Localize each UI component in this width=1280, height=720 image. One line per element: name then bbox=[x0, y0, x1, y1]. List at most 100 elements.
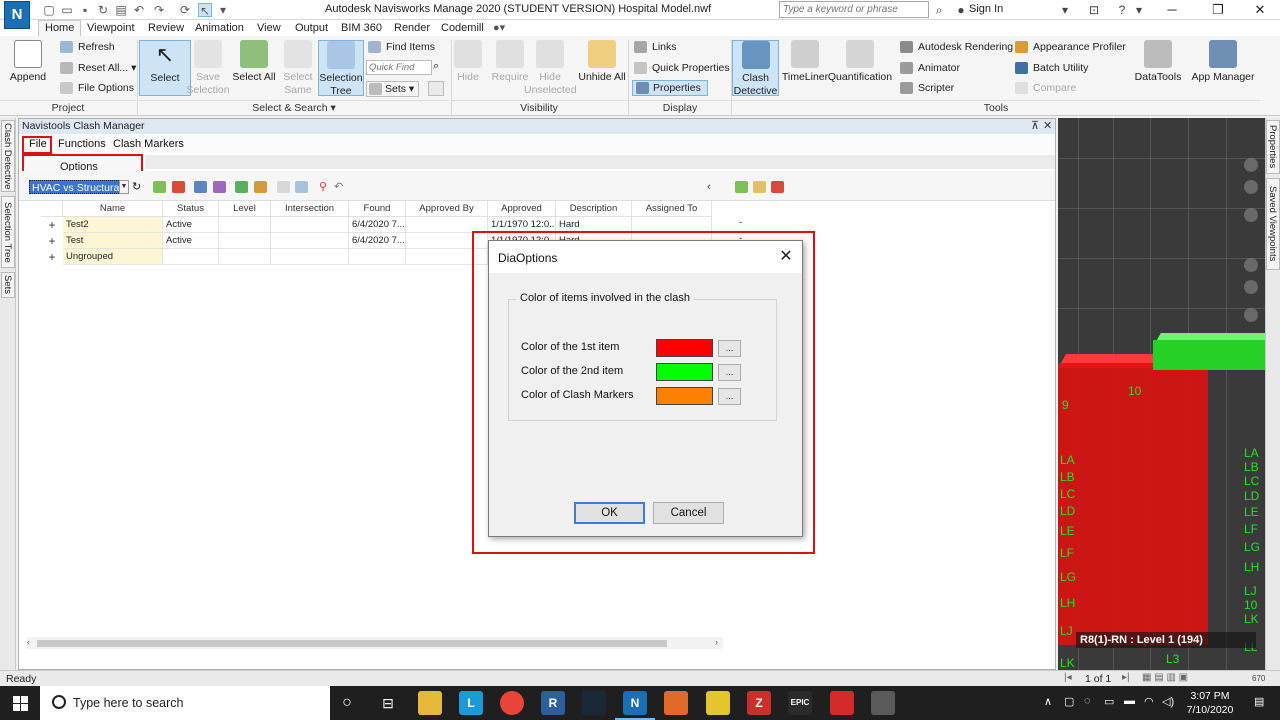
hand-icon[interactable] bbox=[1244, 208, 1258, 222]
tab-bim360[interactable]: BIM 360 bbox=[341, 21, 382, 36]
scrollbar-thumb[interactable] bbox=[37, 640, 667, 647]
marker-pin-icon[interactable]: ⚲ bbox=[319, 181, 332, 193]
revit-icon[interactable]: R bbox=[541, 691, 565, 715]
assign-user-icon[interactable] bbox=[235, 181, 248, 193]
side-tab-properties[interactable]: Properties bbox=[1266, 120, 1280, 174]
save-icon[interactable]: ▪ bbox=[78, 3, 92, 17]
save-selection-button[interactable]: Save Selection bbox=[182, 40, 234, 97]
datatools-button[interactable]: DataTools bbox=[1130, 40, 1186, 84]
cell-found[interactable] bbox=[349, 249, 406, 265]
app-z-icon[interactable]: Z bbox=[747, 691, 771, 715]
pick-color-button-item-2[interactable]: ... bbox=[718, 364, 741, 381]
file-options-button[interactable]: File Options bbox=[60, 81, 134, 95]
remove-view-icon[interactable] bbox=[213, 181, 226, 193]
edit-marker-icon[interactable] bbox=[753, 181, 766, 193]
capture-view-icon[interactable] bbox=[194, 181, 207, 193]
quick-find-search-icon[interactable]: ⌕ bbox=[433, 60, 439, 73]
look-icon[interactable] bbox=[1244, 308, 1258, 322]
maximize-button[interactable]: ❐ bbox=[1196, 0, 1240, 20]
file-explorer-icon[interactable] bbox=[418, 691, 442, 715]
new-file-icon[interactable]: ▢ bbox=[42, 3, 56, 17]
print-icon[interactable]: ▤ bbox=[114, 3, 128, 17]
tray-icon[interactable]: ▭ bbox=[1104, 695, 1114, 708]
cell-name[interactable]: Test2 bbox=[63, 217, 163, 233]
pick-color-button-clash-markers[interactable]: ... bbox=[718, 388, 741, 405]
open-file-icon[interactable]: ▭ bbox=[60, 3, 74, 17]
batch-utility-button[interactable]: Batch Utility bbox=[1015, 61, 1088, 75]
clash-detective-button[interactable]: Clash Detective bbox=[732, 40, 779, 97]
help-dropdown-icon[interactable]: ▾ bbox=[1134, 2, 1144, 18]
appearance-profiler-button[interactable]: Appearance Profiler bbox=[1015, 40, 1126, 54]
tab-render[interactable]: Render bbox=[394, 21, 430, 36]
tab-output[interactable]: Output bbox=[295, 21, 328, 36]
pick-color-button-item-1[interactable]: ... bbox=[718, 340, 741, 357]
horizontal-scrollbar[interactable]: ‹ › bbox=[27, 637, 723, 649]
app-cloud-icon[interactable] bbox=[871, 691, 895, 715]
find-items-button[interactable]: Find Items bbox=[368, 40, 435, 54]
side-tab-saved-viewpoints[interactable]: Saved Viewpoints bbox=[1266, 178, 1280, 270]
add-group-icon[interactable] bbox=[153, 181, 166, 193]
close-window-button[interactable]: ✕ bbox=[1238, 0, 1280, 20]
tab-options-icon[interactable]: ●▾ bbox=[493, 21, 505, 36]
column-header-assigned-to[interactable]: Assigned To bbox=[632, 201, 712, 217]
pin-icon[interactable]: ⊼ bbox=[1031, 119, 1039, 134]
start-button[interactable] bbox=[0, 686, 40, 720]
steering-wheel-icon[interactable] bbox=[1244, 158, 1258, 172]
quantification-button[interactable]: Quantification bbox=[827, 40, 893, 84]
tab-animation[interactable]: Animation bbox=[195, 21, 244, 36]
tray-chevron-icon[interactable]: ∧ bbox=[1044, 695, 1052, 708]
app-orange-icon[interactable] bbox=[664, 691, 688, 715]
clash-test-select[interactable]: HVAC vs Structural bbox=[29, 180, 129, 194]
quick-find-input[interactable] bbox=[366, 60, 432, 75]
collapse-left-icon[interactable]: ‹ bbox=[707, 181, 720, 193]
cell-name[interactable]: Ungrouped bbox=[63, 249, 163, 265]
redo-arrow-icon[interactable]: ⟳ bbox=[178, 3, 192, 17]
tray-icon[interactable]: ◌ bbox=[1084, 695, 1091, 707]
app-manager-button[interactable]: App Manager bbox=[1190, 40, 1256, 84]
tab-review[interactable]: Review bbox=[148, 21, 184, 36]
cell-status[interactable]: Active bbox=[163, 233, 219, 249]
scroll-right-icon[interactable]: › bbox=[715, 637, 718, 647]
reset-all-button[interactable]: Reset All... ▾ bbox=[60, 61, 136, 75]
cell-intersection[interactable] bbox=[271, 217, 349, 233]
refresh-button[interactable]: Refresh bbox=[60, 40, 115, 54]
cell-name[interactable]: Test bbox=[63, 233, 163, 249]
sets-dropdown[interactable]: Sets ▾ bbox=[366, 81, 420, 97]
hide-button[interactable]: Hide bbox=[451, 40, 485, 84]
volume-icon[interactable]: ◁) bbox=[1162, 695, 1174, 708]
help-icon[interactable]: ? bbox=[1114, 2, 1130, 18]
undo-icon[interactable]: ↶ bbox=[132, 3, 146, 17]
app-l-icon[interactable]: L bbox=[459, 691, 483, 715]
animator-button[interactable]: Animator bbox=[900, 61, 960, 75]
system-clock[interactable]: 3:07 PM 7/10/2020 bbox=[1180, 689, 1240, 717]
delete-marker-icon[interactable] bbox=[771, 181, 784, 193]
pan-icon[interactable] bbox=[1244, 180, 1258, 194]
append-button[interactable]: Append bbox=[2, 40, 54, 84]
expand-row-icon[interactable]: + bbox=[41, 217, 63, 233]
expand-row-icon[interactable]: + bbox=[41, 233, 63, 249]
wifi-icon[interactable]: ◠ bbox=[1144, 695, 1154, 708]
side-tab-selection-tree[interactable]: Selection Tree bbox=[1, 196, 15, 268]
unassign-user-icon[interactable] bbox=[254, 181, 267, 193]
tab-viewpoint[interactable]: Viewpoint bbox=[87, 21, 135, 36]
hide-unselected-button[interactable]: Hide Unselected bbox=[524, 40, 577, 97]
cell-level[interactable] bbox=[219, 233, 271, 249]
column-header-name[interactable]: Name bbox=[63, 201, 163, 217]
column-header-description[interactable]: Description bbox=[556, 201, 632, 217]
back-arrow-icon[interactable]: ↶ bbox=[334, 181, 347, 193]
cell-intersection[interactable] bbox=[271, 233, 349, 249]
clash-test-dropdown-icon[interactable]: ▼ bbox=[119, 180, 129, 194]
first-page-icon[interactable]: |◂ bbox=[1064, 672, 1072, 683]
refresh-tests-icon[interactable]: ↻ bbox=[132, 181, 145, 193]
table-icon[interactable] bbox=[295, 181, 308, 193]
column-header-approved[interactable]: Approved bbox=[488, 201, 556, 217]
tray-icon[interactable]: ▢ bbox=[1064, 695, 1074, 708]
tab-view[interactable]: View bbox=[257, 21, 281, 36]
scroll-left-icon[interactable]: ‹ bbox=[27, 637, 30, 647]
sets-manage-icon[interactable] bbox=[428, 81, 444, 96]
column-header-level[interactable]: Level bbox=[219, 201, 271, 217]
side-tab-sets[interactable]: Sets bbox=[1, 272, 15, 298]
comment-icon[interactable] bbox=[277, 181, 290, 193]
keyword-search-input[interactable] bbox=[779, 1, 929, 18]
menu-clash-markers[interactable]: Clash Markers bbox=[113, 137, 184, 151]
